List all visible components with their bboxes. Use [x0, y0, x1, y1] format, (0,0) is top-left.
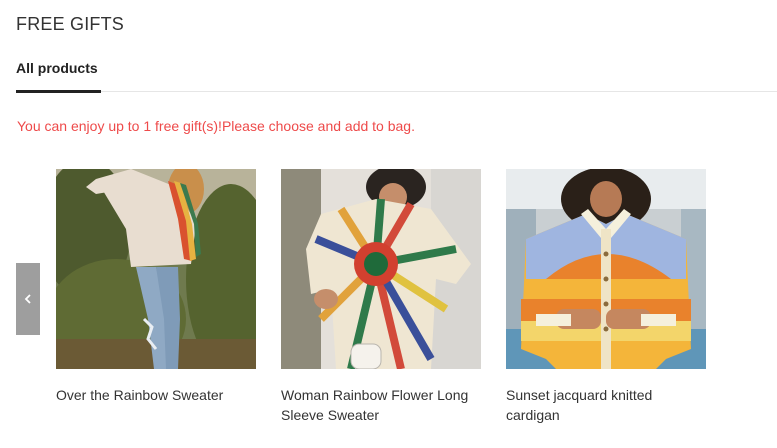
product-image-sunset-cardigan[interactable] — [506, 169, 706, 369]
tab-all-products[interactable]: All products — [16, 60, 101, 93]
product-card[interactable]: Woman Rainbow Flower Long Sleeve Sweater — [281, 169, 481, 425]
product-image-rainbow-flower-sweater[interactable] — [281, 169, 481, 369]
product-name[interactable]: Woman Rainbow Flower Long Sleeve Sweater — [281, 385, 481, 425]
product-card[interactable]: Over the Rainbow Sweater — [56, 169, 256, 405]
product-image-rainbow-sweater[interactable] — [56, 169, 256, 369]
product-name[interactable]: Over the Rainbow Sweater — [56, 385, 256, 405]
product-card[interactable]: Sunset jacquard knitted cardigan — [506, 169, 706, 425]
gift-limit-notice: You can enjoy up to 1 free gift(s)!Pleas… — [17, 118, 415, 134]
chevron-left-icon — [24, 294, 31, 304]
free-gifts-page: FREE GIFTS All products You can enjoy up… — [0, 0, 777, 448]
carousel-prev-button[interactable] — [16, 263, 40, 335]
tab-bar: All products — [16, 58, 777, 93]
product-name[interactable]: Sunset jacquard knitted cardigan — [506, 385, 706, 425]
page-title: FREE GIFTS — [16, 14, 125, 34]
